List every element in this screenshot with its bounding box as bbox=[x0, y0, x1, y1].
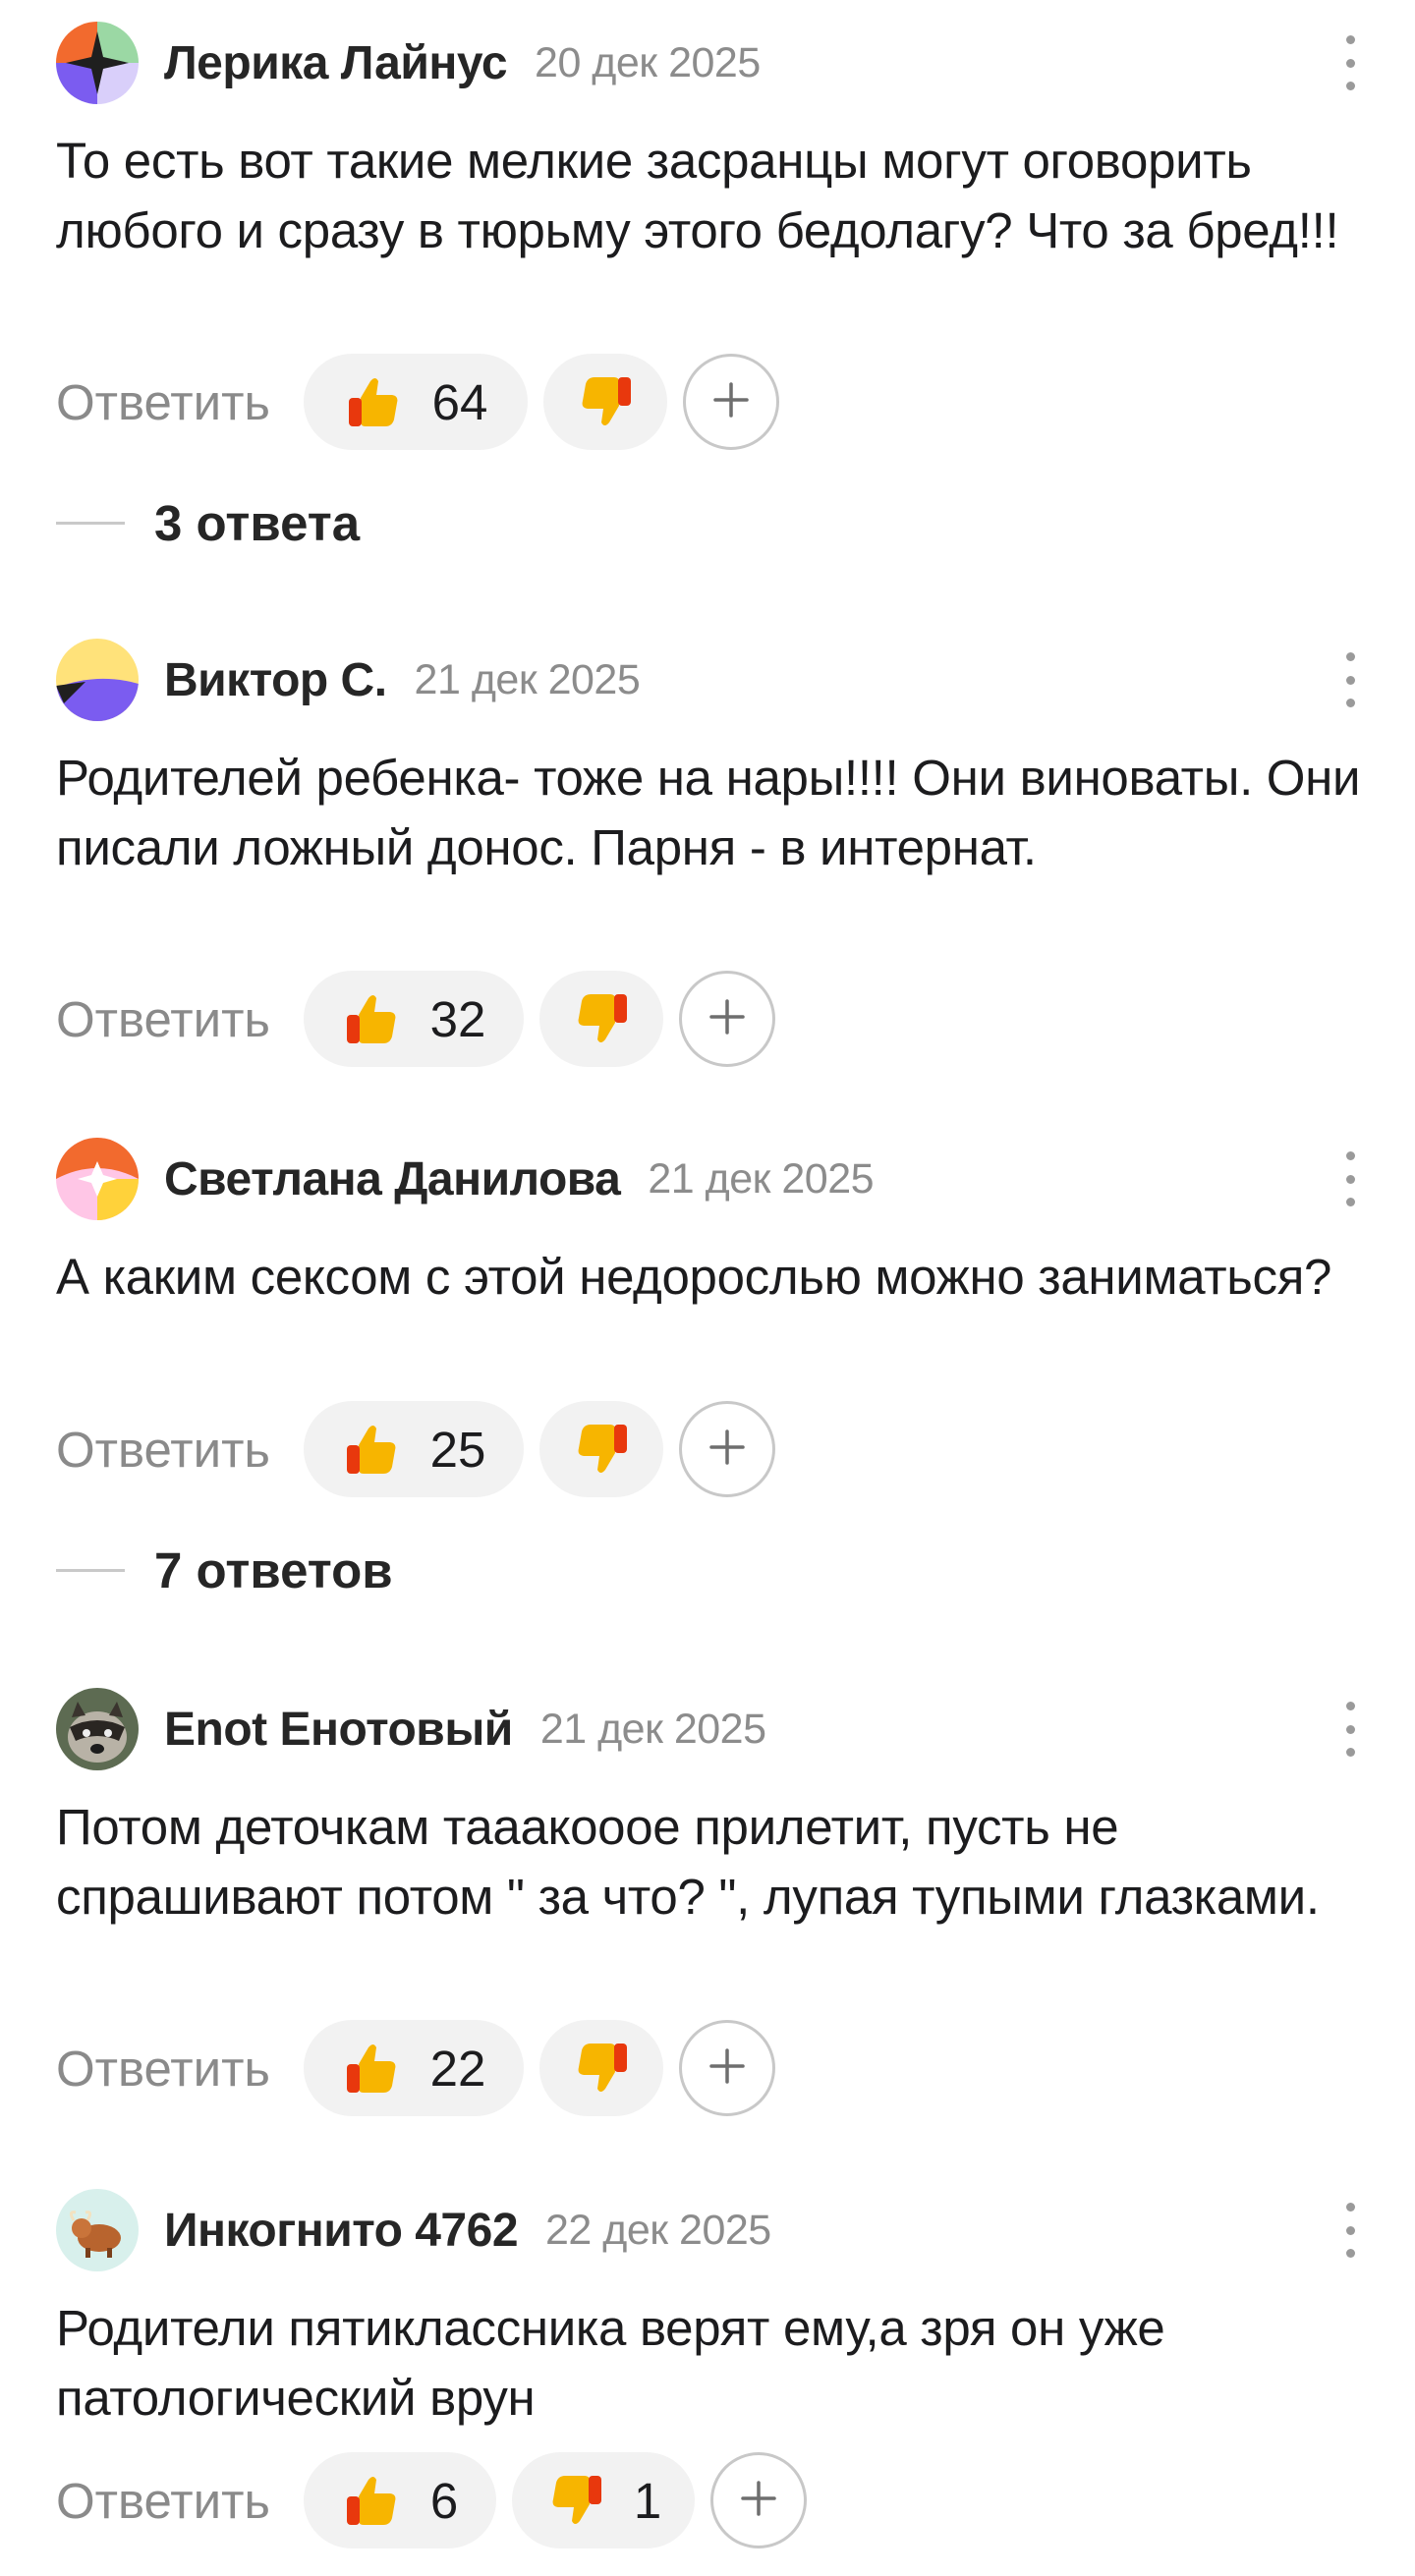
more-vertical-icon[interactable] bbox=[1334, 1151, 1366, 1206]
plus-icon bbox=[708, 1428, 747, 1472]
plus-icon bbox=[708, 2046, 747, 2091]
plus-icon bbox=[708, 997, 747, 1041]
comment-feed: Лерика Лайнус 20 дек 2025 То есть вот та… bbox=[0, 0, 1415, 2576]
replies-count[interactable]: 7 ответов bbox=[154, 1541, 393, 1599]
comment-header: Enot Енотовый 21 дек 2025 bbox=[56, 1688, 766, 1770]
comment-date: 21 дек 2025 bbox=[648, 1154, 875, 1203]
like-button[interactable]: 25 bbox=[304, 1401, 524, 1497]
plus-icon bbox=[711, 380, 751, 424]
add-reaction-button[interactable] bbox=[679, 2020, 775, 2116]
thumbs-down-icon bbox=[545, 2470, 606, 2531]
replies-count[interactable]: 3 ответа bbox=[154, 494, 360, 552]
reply-button[interactable]: Ответить bbox=[56, 373, 270, 431]
comment-text: Родители пятиклассника верят ему,а зря о… bbox=[56, 2300, 1165, 2426]
comment-date: 21 дек 2025 bbox=[539, 1705, 766, 1753]
avatar[interactable] bbox=[56, 1688, 139, 1770]
comment-date: 21 дек 2025 bbox=[414, 655, 641, 703]
add-reaction-button[interactable] bbox=[710, 2452, 807, 2548]
dislike-button[interactable] bbox=[543, 354, 667, 450]
reply-button[interactable]: Ответить bbox=[56, 2040, 270, 2098]
reply-button[interactable]: Ответить bbox=[56, 2472, 270, 2530]
dislike-button[interactable] bbox=[539, 971, 663, 1067]
like-button[interactable]: 6 bbox=[304, 2452, 496, 2548]
like-button[interactable]: 64 bbox=[304, 354, 528, 450]
comment-text: То есть вот такие мелкие засранцы могут … bbox=[56, 133, 1339, 258]
comment-header: Лерика Лайнус 20 дек 2025 bbox=[56, 22, 761, 104]
thumbs-down-icon bbox=[571, 988, 632, 1049]
add-reaction-button[interactable] bbox=[679, 971, 775, 1067]
comment-actions: Ответить 25 bbox=[56, 1401, 775, 1497]
author-name[interactable]: Светлана Данилова bbox=[164, 1152, 621, 1206]
thumbs-down-icon bbox=[571, 1419, 632, 1480]
replies-divider bbox=[56, 1568, 125, 1572]
comment-actions: Ответить 32 bbox=[56, 971, 775, 1067]
comment-header: Инкогнито 4762 22 дек 2025 bbox=[56, 2189, 771, 2271]
dislike-button[interactable]: 1 bbox=[512, 2452, 695, 2548]
comment-text: А каким сексом с этой недорослью можно з… bbox=[56, 1249, 1332, 1305]
avatar[interactable] bbox=[56, 639, 139, 721]
avatar[interactable] bbox=[56, 2189, 139, 2271]
plus-icon bbox=[739, 2479, 778, 2523]
dislike-count: 1 bbox=[633, 2472, 662, 2529]
replies-divider bbox=[56, 521, 125, 525]
like-count: 6 bbox=[429, 2472, 459, 2529]
thumbs-up-icon bbox=[344, 371, 405, 432]
thumbs-up-icon bbox=[342, 988, 403, 1049]
like-button[interactable]: 22 bbox=[304, 2020, 524, 2116]
like-count: 22 bbox=[429, 2040, 486, 2097]
thumbs-down-icon bbox=[571, 2038, 632, 2099]
avatar[interactable] bbox=[56, 1138, 139, 1220]
comment-actions: Ответить 64 bbox=[56, 354, 779, 450]
comment-header: Виктор С. 21 дек 2025 bbox=[56, 639, 641, 721]
dislike-button[interactable] bbox=[539, 1401, 663, 1497]
thumbs-down-icon bbox=[575, 371, 636, 432]
avatar[interactable] bbox=[56, 22, 139, 104]
author-name[interactable]: Инкогнито 4762 bbox=[164, 2204, 519, 2258]
replies-toggle[interactable]: 7 ответов bbox=[56, 1540, 393, 1599]
add-reaction-button[interactable] bbox=[679, 1401, 775, 1497]
like-count: 32 bbox=[429, 990, 486, 1047]
comment-actions: Ответить 22 bbox=[56, 2020, 775, 2116]
like-count: 25 bbox=[429, 1421, 486, 1478]
more-vertical-icon[interactable] bbox=[1334, 652, 1366, 707]
comment-text: Родителей ребенка- тоже на нары!!!! Они … bbox=[56, 750, 1361, 875]
more-vertical-icon[interactable] bbox=[1334, 2203, 1366, 2258]
thumbs-up-icon bbox=[342, 1419, 403, 1480]
more-vertical-icon[interactable] bbox=[1334, 35, 1366, 90]
thumbs-up-icon bbox=[342, 2038, 403, 2099]
comment-date: 22 дек 2025 bbox=[545, 2206, 771, 2254]
comment-text: Потом деточкам тааакоооe прилетит, пусть… bbox=[56, 1799, 1320, 1925]
more-vertical-icon[interactable] bbox=[1334, 1702, 1366, 1757]
comment-header: Светлана Данилова 21 дек 2025 bbox=[56, 1138, 875, 1220]
dislike-button[interactable] bbox=[539, 2020, 663, 2116]
replies-toggle[interactable]: 3 ответа bbox=[56, 493, 360, 552]
author-name[interactable]: Enot Енотовый bbox=[164, 1703, 513, 1757]
author-name[interactable]: Лерика Лайнус bbox=[164, 36, 508, 90]
comment-actions: Ответить 6 1 bbox=[56, 2452, 807, 2548]
add-reaction-button[interactable] bbox=[683, 354, 779, 450]
reply-button[interactable]: Ответить bbox=[56, 1421, 270, 1479]
comment-date: 20 дек 2025 bbox=[535, 38, 761, 86]
like-count: 64 bbox=[431, 373, 488, 430]
author-name[interactable]: Виктор С. bbox=[164, 653, 387, 707]
thumbs-up-icon bbox=[342, 2470, 403, 2531]
reply-button[interactable]: Ответить bbox=[56, 990, 270, 1048]
like-button[interactable]: 32 bbox=[304, 971, 524, 1067]
